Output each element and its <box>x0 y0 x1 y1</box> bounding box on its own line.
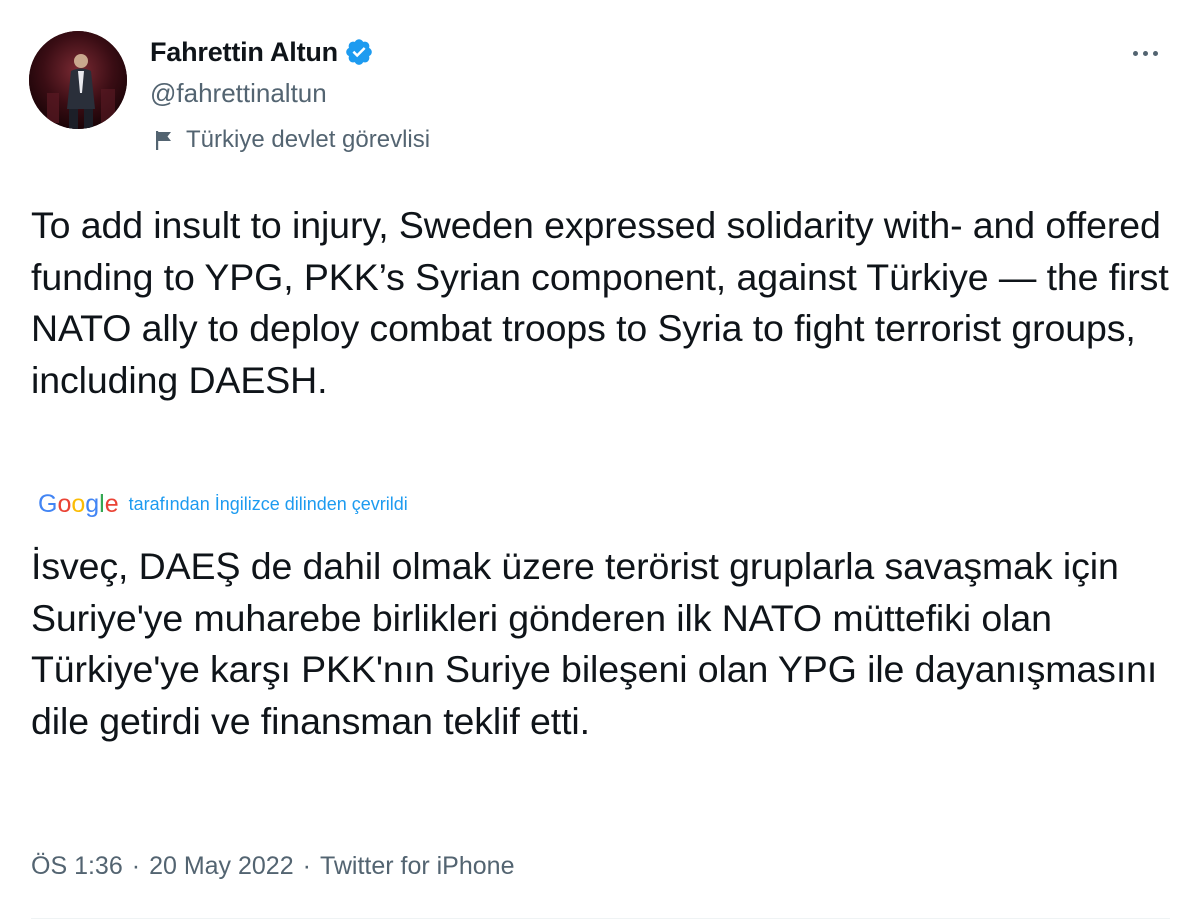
tweet-time[interactable]: ÖS 1:36 <box>31 852 123 881</box>
author-display-name[interactable]: Fahrettin Altun <box>150 37 338 68</box>
avatar[interactable] <box>29 31 127 129</box>
more-options-icon-dot <box>1142 50 1148 56</box>
tweet-card: Fahrettin Altun @fahrettinaltun Türkiye … <box>0 0 1200 923</box>
account-label-text: Türkiye devlet görevlisi <box>186 126 431 153</box>
author-handle[interactable]: @fahrettinaltun <box>150 78 327 109</box>
account-label: Türkiye devlet görevlisi <box>152 126 430 154</box>
author-name-row: Fahrettin Altun <box>150 36 374 68</box>
google-logo: Google <box>38 489 119 518</box>
translation-note[interactable]: tarafından İngilizce dilinden çevrildi <box>129 494 408 515</box>
translation-attribution[interactable]: Google tarafından İngilizce dilinden çev… <box>38 486 408 522</box>
divider <box>31 918 1170 919</box>
tweet-text: To add insult to injury, Sweden expresse… <box>31 204 1169 401</box>
avatar-photo-icon <box>29 31 127 129</box>
separator: · <box>131 851 141 880</box>
flag-icon <box>152 128 176 152</box>
tweet-source[interactable]: Twitter for iPhone <box>320 852 515 881</box>
more-options-icon <box>1132 50 1138 56</box>
more-options-icon-dot <box>1152 50 1158 56</box>
tweet-metadata: ÖS 1:36 · 20 May 2022 · Twitter for iPho… <box>31 849 514 883</box>
more-options-button[interactable] <box>1120 38 1170 68</box>
tweet-date[interactable]: 20 May 2022 <box>149 852 294 881</box>
translated-tweet-text: İsveç, DAEŞ de dahil olmak üzere teröris… <box>31 545 1158 742</box>
verified-badge-icon <box>344 37 374 67</box>
separator: · <box>302 851 311 880</box>
